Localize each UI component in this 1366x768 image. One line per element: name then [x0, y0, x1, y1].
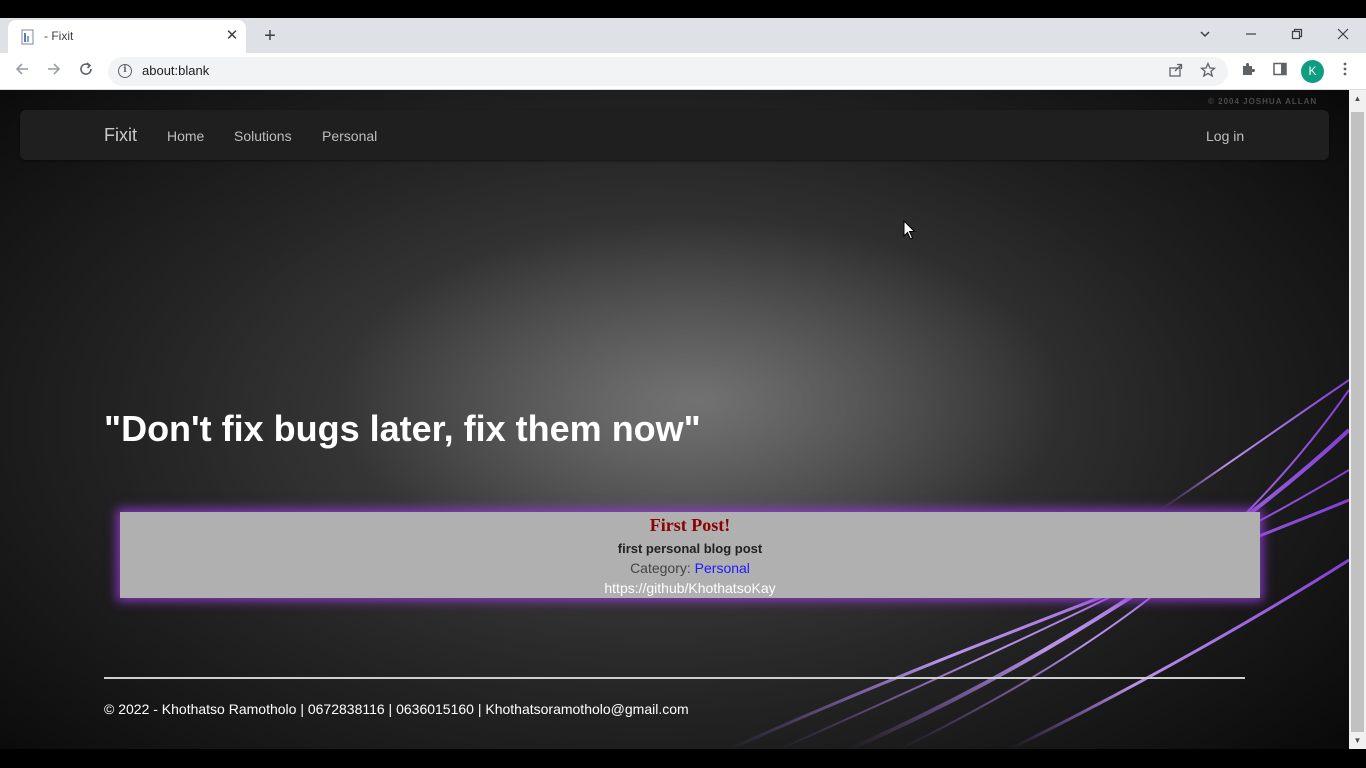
- scroll-up-arrow-icon[interactable]: ▲: [1349, 90, 1366, 107]
- post-title: First Post!: [649, 515, 731, 535]
- plus-icon[interactable]: +: [258, 25, 282, 47]
- forward-arrow-icon[interactable]: [42, 60, 66, 84]
- screen-bottom-border: [0, 749, 1366, 768]
- page-viewport: © 2004 JOSHUA ALLAN Fixit Home Solutions…: [0, 90, 1349, 749]
- mouse-cursor-icon: [903, 220, 916, 240]
- site-navbar: Fixit Home Solutions Personal Log in: [20, 110, 1329, 160]
- vertical-scrollbar[interactable]: ▲ ▼: [1349, 90, 1366, 749]
- star-icon[interactable]: [1198, 61, 1218, 82]
- profile-avatar[interactable]: K: [1301, 60, 1324, 83]
- brand-link[interactable]: Fixit: [104, 125, 137, 146]
- minimize-icon[interactable]: [1237, 23, 1265, 47]
- tab-title: - Fixit: [44, 29, 74, 43]
- post-link[interactable]: https://github/KhothatsoKay: [120, 580, 1260, 596]
- page-favicon: [21, 29, 34, 45]
- nav-link-personal[interactable]: Personal: [322, 128, 377, 144]
- background-watermark: © 2004 JOSHUA ALLAN: [1208, 97, 1318, 106]
- post-category-link[interactable]: Personal: [695, 560, 750, 576]
- back-arrow-icon[interactable]: [10, 60, 34, 84]
- info-icon[interactable]: i: [118, 64, 132, 78]
- close-window-icon[interactable]: [1329, 23, 1357, 47]
- close-icon[interactable]: ✕: [224, 28, 240, 44]
- screen-top-border: [0, 0, 1366, 18]
- url-text[interactable]: about:blank: [142, 63, 209, 78]
- footer-divider: [104, 677, 1245, 679]
- scroll-down-arrow-icon[interactable]: ▼: [1349, 732, 1366, 749]
- tab-strip: - Fixit ✕ +: [0, 18, 1366, 53]
- chevron-down-icon[interactable]: [1191, 23, 1219, 47]
- hero-quote: "Don't fix bugs later, fix them now": [104, 408, 701, 449]
- nav-link-home[interactable]: Home: [167, 128, 204, 144]
- browser-tab[interactable]: - Fixit ✕: [8, 20, 246, 53]
- post-description: first personal blog post: [617, 541, 763, 556]
- post-category: Category: Personal: [120, 560, 1260, 576]
- puzzle-icon[interactable]: [1237, 61, 1259, 83]
- nav-link-solutions[interactable]: Solutions: [234, 128, 292, 144]
- side-panel-icon[interactable]: [1269, 61, 1291, 83]
- blog-post-card: First Post! first personal blog post Cat…: [120, 512, 1260, 598]
- footer-text: © 2022 - Khothatso Ramotholo | 067283811…: [104, 701, 689, 717]
- reload-icon[interactable]: [74, 60, 98, 84]
- post-category-label: Category:: [630, 560, 695, 576]
- login-link[interactable]: Log in: [1206, 128, 1244, 144]
- scroll-thumb[interactable]: [1351, 112, 1364, 732]
- share-icon[interactable]: [1166, 62, 1186, 82]
- browser-toolbar: i about:blank K: [0, 53, 1366, 90]
- kebab-menu-icon[interactable]: [1334, 61, 1356, 83]
- address-bar[interactable]: i about:blank: [108, 57, 1228, 86]
- restore-icon[interactable]: [1283, 23, 1311, 47]
